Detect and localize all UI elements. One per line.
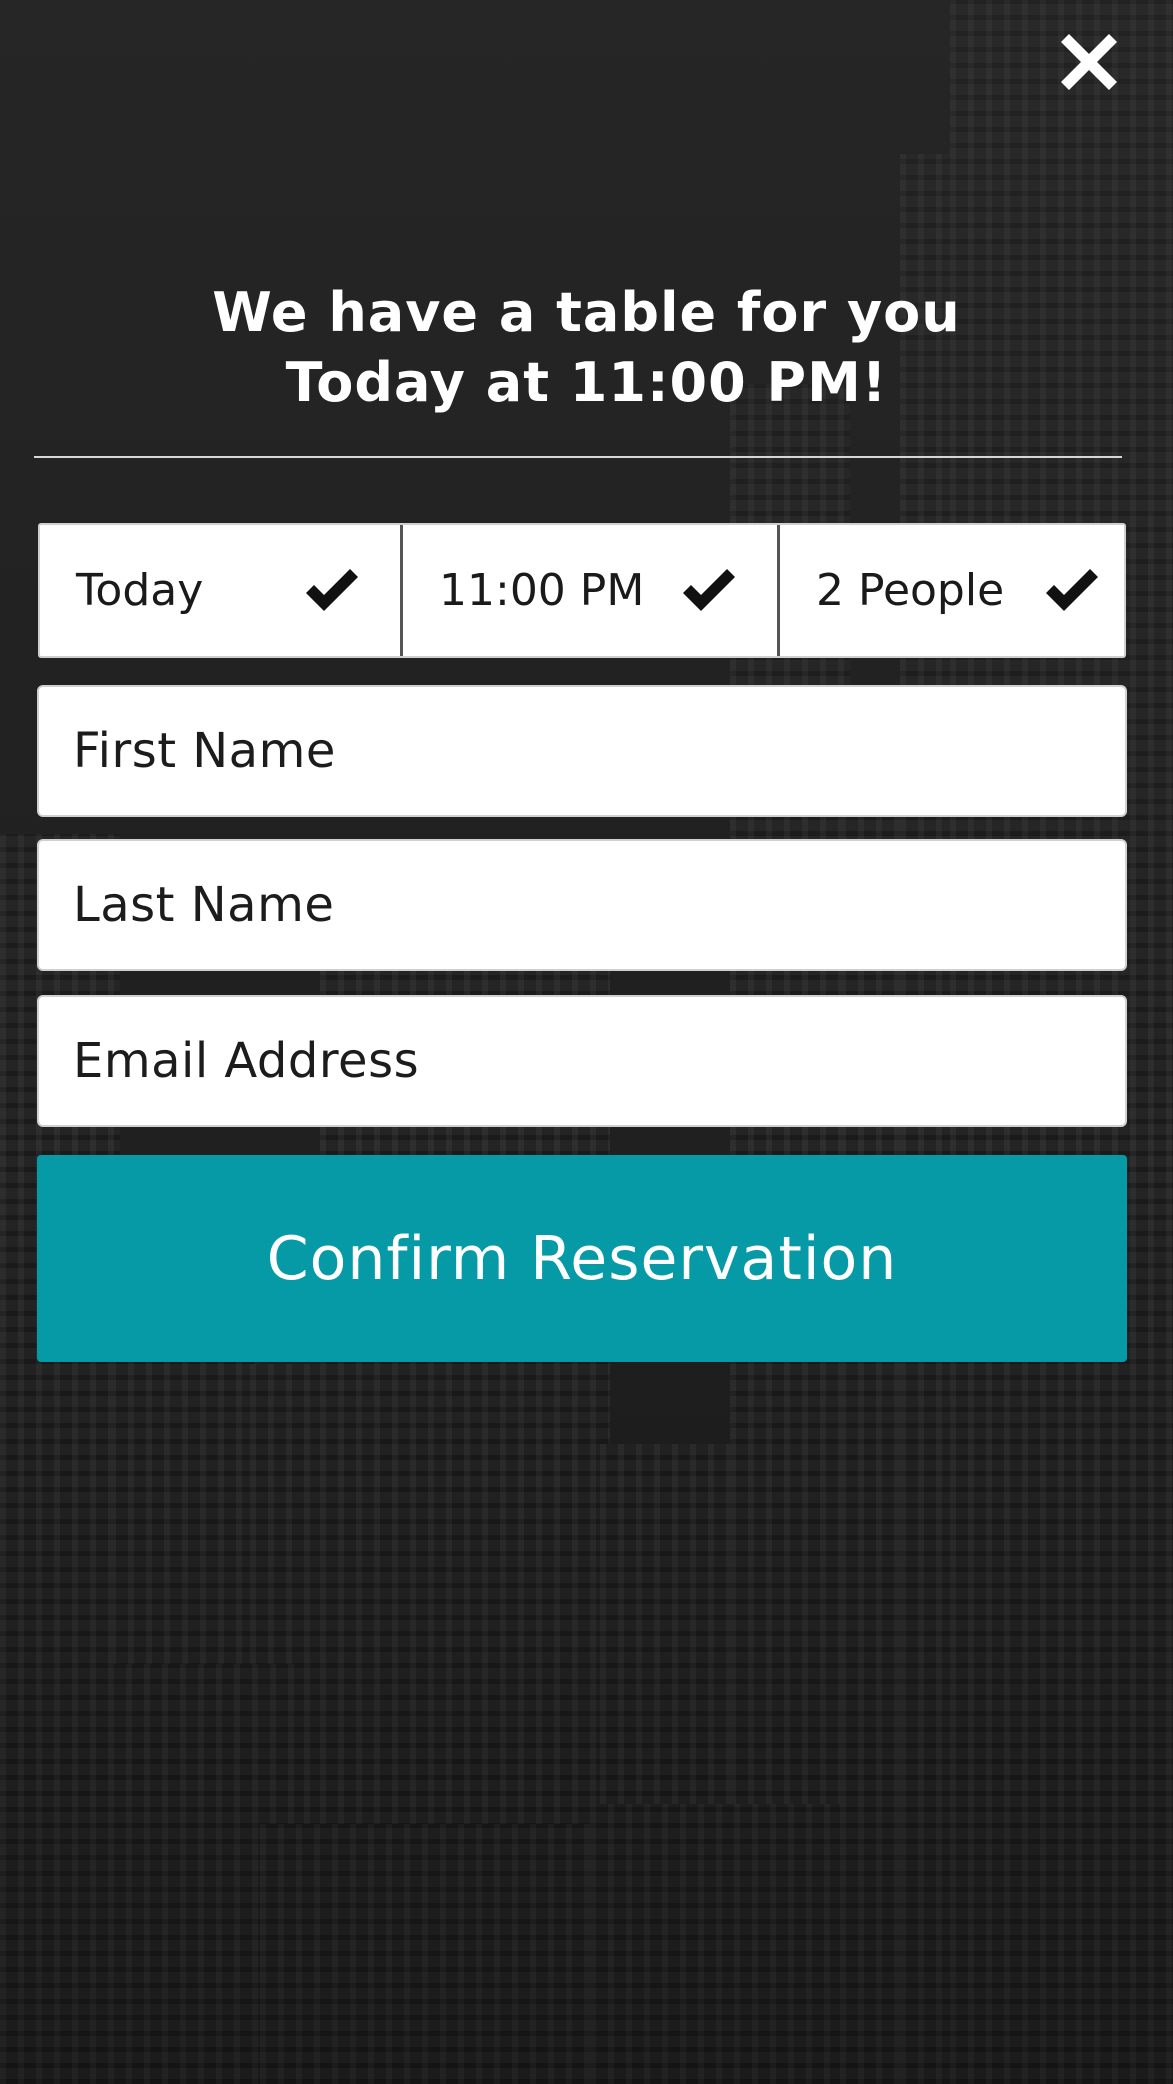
reservation-selectors: Today 11:00 PM 2 People [38, 523, 1126, 658]
date-selector-label: Today [76, 565, 204, 616]
check-icon [679, 567, 739, 615]
first-name-placeholder: First Name [73, 723, 336, 779]
party-size-selector[interactable]: 2 People [777, 525, 1124, 656]
first-name-field[interactable]: First Name [37, 685, 1127, 817]
reservation-screen: We have a table for you Today at 11:00 P… [0, 0, 1173, 2084]
time-selector[interactable]: 11:00 PM [400, 525, 777, 656]
time-selector-label: 11:00 PM [439, 565, 645, 616]
close-button[interactable] [1057, 30, 1121, 94]
confirm-reservation-button[interactable]: Confirm Reservation [37, 1155, 1127, 1362]
email-placeholder: Email Address [73, 1033, 420, 1089]
email-field[interactable]: Email Address [37, 995, 1127, 1127]
last-name-placeholder: Last Name [73, 877, 335, 933]
check-icon [302, 567, 362, 615]
party-size-label: 2 People [816, 565, 1005, 616]
date-selector[interactable]: Today [40, 525, 400, 656]
last-name-field[interactable]: Last Name [37, 839, 1127, 971]
divider [34, 456, 1122, 458]
page-title: We have a table for you Today at 11:00 P… [0, 278, 1173, 418]
close-icon [1057, 30, 1121, 94]
check-icon [1042, 567, 1102, 615]
headline-line-2: Today at 11:00 PM! [285, 351, 888, 414]
headline-line-1: We have a table for you [212, 281, 961, 344]
